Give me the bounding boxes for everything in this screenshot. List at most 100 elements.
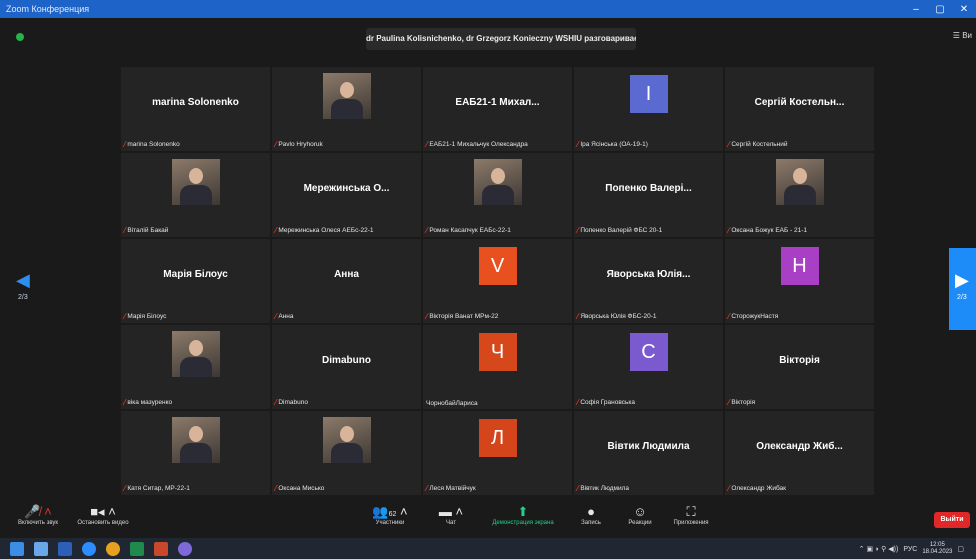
record-button[interactable]: ● Запись [574, 504, 608, 526]
participant-name-text: Вікторія [731, 399, 756, 406]
participant-name-label: ЧорнобайЛариса [426, 400, 478, 407]
participant-tile[interactable]: C ⁄ Софія Грановська [574, 325, 723, 409]
participant-tile[interactable]: Анна ⁄ Анна [272, 239, 421, 323]
participants-label: Участники [375, 520, 405, 526]
mic-muted-icon: ⁄ [577, 312, 579, 321]
mic-muted-icon: ⁄ [275, 140, 277, 149]
participant-name-label: ⁄ ЕАБ21-1 Михальчук Олександра [426, 140, 528, 149]
participant-display-name: Анна [334, 269, 359, 280]
participant-name-label: ⁄ Анна [275, 312, 293, 321]
mic-muted-icon: ⁄ [728, 484, 730, 493]
excel-icon[interactable] [130, 541, 144, 556]
close-button[interactable]: ✕ [952, 4, 976, 15]
participant-tile[interactable]: Сергій Костельн... ⁄ Сергій Костельний [725, 67, 874, 151]
mic-muted-icon: ⁄ [577, 226, 579, 235]
participant-tile[interactable]: marina Solonenko ⁄ marina Solonenko [121, 67, 270, 151]
unmute-button[interactable]: 🎤̸ ˄ Включить звук [8, 504, 68, 526]
next-page-button[interactable]: ▶ 2/3 [949, 248, 976, 330]
participant-tile[interactable]: Л ⁄ Леся Матвійчук [423, 411, 572, 495]
reactions-button[interactable]: ☺ Реакции [620, 504, 660, 526]
mic-muted-icon: ⁄ [124, 312, 126, 321]
participant-photo [171, 159, 220, 205]
participant-name-label: ⁄ Вікторія [728, 398, 755, 407]
participant-display-name: Яворська Юлія... [606, 269, 691, 280]
leave-meeting-button[interactable]: Выйти [934, 512, 970, 528]
participant-tile[interactable]: ⁄ віка мазуренко [121, 325, 270, 409]
participant-tile[interactable]: Вікторія ⁄ Вікторія [725, 325, 874, 409]
participant-tile[interactable]: ⁄ Катя Ситар, МР-22-1 [121, 411, 270, 495]
participant-name-text: ЧорнобайЛариса [426, 400, 478, 407]
participant-tile[interactable]: Яворська Юлія... ⁄ Яворська Юлія ФБС-20-1 [574, 239, 723, 323]
chat-bubble-icon: ▬ ˄ [438, 504, 464, 519]
stop-video-button[interactable]: ■◂ ˄ Остановить видео [70, 504, 136, 526]
view-button[interactable]: ☰ Ви [953, 31, 972, 40]
powerpoint-icon[interactable] [154, 541, 168, 556]
participant-tile[interactable]: Вівтик Людмила ⁄ Вівтик Людмила [574, 411, 723, 495]
participant-tile[interactable]: H ⁄ СторожукНастя [725, 239, 874, 323]
participant-tile[interactable]: ⁄ Pavlo Hryhoruk [272, 67, 421, 151]
participant-tile[interactable]: Попенко Валері... ⁄ Попенко Валерій ФБС 20… [574, 153, 723, 237]
participant-photo [171, 417, 220, 463]
minimize-button[interactable]: – [904, 4, 928, 15]
mic-muted-icon: ⁄ [426, 140, 428, 149]
reactions-label: Реакции [628, 520, 652, 526]
participant-tile[interactable]: Олександр Жиб... ⁄ Олександр Жибак [725, 411, 874, 495]
chrome-icon[interactable] [106, 541, 120, 556]
participant-name-text: Pavlo Hryhoruk [278, 141, 323, 148]
participant-avatar: C [629, 333, 668, 371]
participant-tile[interactable]: Марія Білоус ⁄ Марія Білоус [121, 239, 270, 323]
participant-tile[interactable]: Dimabuno ⁄ Dimabuno [272, 325, 421, 409]
apps-button[interactable]: ⛶ Приложения [666, 504, 716, 526]
windows-start-icon[interactable] [10, 541, 24, 556]
participant-name-text: ЕАБ21-1 Михальчук Олександра [429, 141, 528, 148]
clock[interactable]: 12:05 18.04.2023 [922, 542, 952, 556]
participant-tile[interactable]: ⁄ Роман Касапчук ЕАБс-22-1 [423, 153, 572, 237]
participant-name-text: Яворська Юлія ФБС-20-1 [580, 313, 657, 320]
chat-button[interactable]: ▬ ˄ Чат [436, 504, 466, 526]
language-indicator[interactable]: РУС [903, 546, 917, 553]
mic-muted-icon: ⁄ [426, 484, 428, 493]
reactions-icon: ☺ [633, 504, 647, 519]
participant-tile[interactable]: ЕАБ21-1 Михал... ⁄ ЕАБ21-1 Михальчук Олекс… [423, 67, 572, 151]
participant-display-name: ЕАБ21-1 Михал... [455, 97, 540, 108]
prev-page-button[interactable]: ◀ 2/3 [0, 248, 40, 330]
participant-tile[interactable]: ⁄ Оксана Мисько [272, 411, 421, 495]
encryption-shield-icon[interactable] [16, 33, 24, 41]
mic-muted-icon: 🎤̸ ˄ [24, 504, 52, 519]
participant-tile[interactable]: V ⁄ Вікторія Ванат МРм-22 [423, 239, 572, 323]
participant-avatar: V [478, 247, 517, 285]
mic-muted-icon: ⁄ [124, 226, 126, 235]
participant-tile[interactable]: Мережинська О... ⁄ Мережинська Олеся АЕБс-… [272, 153, 421, 237]
participant-name-label: ⁄ Dimabuno [275, 398, 308, 407]
participant-name-text: Катя Ситар, МР-22-1 [127, 485, 190, 492]
participant-tile[interactable]: Ч ЧорнобайЛариса [423, 325, 572, 409]
maximize-button[interactable]: ▢ [928, 4, 952, 15]
participants-button[interactable]: 👥62 ˄ Участники [368, 504, 412, 526]
windows-taskbar: ⌃ ▣ ◗ ⚲ ◀)) РУС 12:05 18.04.2023 ▢ [0, 538, 976, 559]
tray-icons[interactable]: ⌃ ▣ ◗ ⚲ ◀)) [859, 545, 899, 553]
participant-display-name: Сергій Костельн... [754, 97, 845, 108]
viber-icon[interactable] [178, 541, 192, 556]
participant-name-label: ⁄ Олександр Жибак [728, 484, 786, 493]
participant-name-label: ⁄ Марія Білоус [124, 312, 166, 321]
participant-name-text: Оксана Божук ЕАБ - 21-1 [731, 227, 808, 234]
participant-avatar: I [629, 75, 668, 113]
share-screen-button[interactable]: ⬆ Демонстрация экрана [486, 504, 560, 526]
mic-muted-icon: ⁄ [728, 398, 730, 407]
word-icon[interactable] [58, 541, 72, 556]
participant-photo [171, 331, 220, 377]
participant-name-text: marina Solonenko [127, 141, 180, 148]
participant-name-text: Вікторія Ванат МРм-22 [429, 313, 499, 320]
record-icon: ● [587, 504, 595, 519]
participant-tile[interactable]: ⁄ Віталій Бакай [121, 153, 270, 237]
participant-tile[interactable]: ⁄ Оксана Божук ЕАБ - 21-1 [725, 153, 874, 237]
participant-name-text: віка мазуренко [127, 399, 173, 406]
participant-display-name: Мережинська О... [303, 183, 390, 194]
notifications-icon[interactable]: ▢ [957, 545, 964, 553]
participants-count: 62 [388, 511, 397, 518]
mic-muted-icon: ⁄ [275, 398, 277, 407]
file-explorer-icon[interactable] [34, 541, 48, 556]
participant-tile[interactable]: I ⁄ Іра Ясінська (ОА-19-1) [574, 67, 723, 151]
zoom-icon[interactable] [82, 541, 96, 556]
participant-display-name: marina Solonenko [152, 97, 239, 108]
